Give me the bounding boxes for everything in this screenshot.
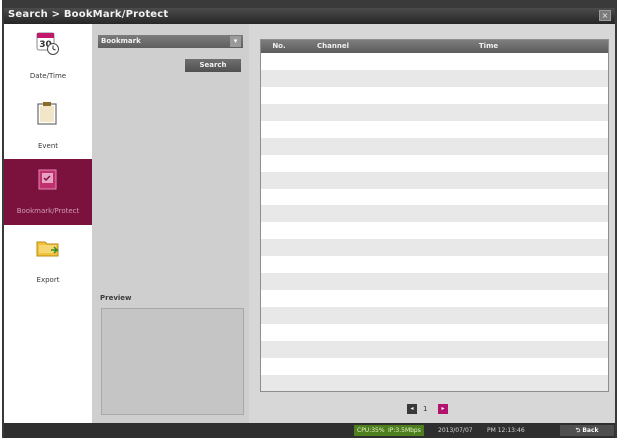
column-header-time: Time [478, 42, 499, 50]
type-select[interactable]: Bookmark ▾ [98, 35, 243, 48]
close-button[interactable]: × [599, 10, 611, 21]
folder-export-icon [36, 234, 60, 260]
results-table: No. Channel Time [260, 39, 609, 392]
nav-label: Date/Time [29, 72, 67, 80]
table-row[interactable] [261, 171, 608, 189]
network-indicator: IP:3.5Mbps [385, 425, 424, 436]
main-area: 30 Date/Time Event Bookmark/Protect Expo… [4, 24, 615, 423]
table-row[interactable] [261, 340, 608, 358]
column-header-channel: Channel [317, 42, 349, 50]
table-row[interactable] [261, 239, 608, 257]
current-page: 1 [423, 405, 428, 413]
type-select-value: Bookmark [101, 37, 141, 45]
cpu-indicator: CPU:35% [354, 425, 388, 436]
table-row[interactable] [261, 273, 608, 291]
table-row[interactable] [261, 324, 608, 341]
back-label: Back [582, 427, 599, 434]
table-row[interactable] [261, 86, 608, 104]
table-row[interactable] [261, 53, 608, 70]
chevron-left-icon: ◂ [410, 405, 414, 412]
table-row[interactable] [261, 137, 608, 155]
table-body [261, 53, 608, 391]
nav-item-export[interactable]: Export [4, 228, 92, 294]
table-row[interactable] [261, 103, 608, 121]
table-row[interactable] [261, 120, 608, 138]
calendar-clock-icon: 30 [36, 30, 60, 56]
column-header-no: No. [272, 42, 286, 50]
status-bar: CPU:35% IP:3.5Mbps 2013/07/07 PM 12:13:4… [4, 423, 615, 438]
table-row[interactable] [261, 290, 608, 308]
search-button[interactable]: Search [185, 59, 241, 72]
title-bar: Search > BookMark/Protect × [4, 8, 615, 24]
status-date: 2013/07/07 [438, 427, 473, 434]
nav-item-date-time[interactable]: 30 Date/Time [4, 24, 92, 90]
side-nav: 30 Date/Time Event Bookmark/Protect Expo… [4, 24, 92, 423]
table-header: No. Channel Time [261, 40, 608, 53]
table-row[interactable] [261, 374, 608, 391]
table-row[interactable] [261, 307, 608, 324]
chevron-right-icon: ▸ [441, 405, 445, 412]
nav-item-event[interactable]: Event [4, 94, 92, 160]
filter-panel: Bookmark ▾ Search Preview [92, 24, 249, 423]
results-panel: No. Channel Time ◂ 1 ▸ [249, 24, 615, 423]
bookmark-icon [36, 165, 60, 191]
preview-label: Preview [100, 294, 132, 302]
nav-label: Event [37, 142, 59, 150]
table-row[interactable] [261, 188, 608, 206]
prev-page-button[interactable]: ◂ [407, 404, 417, 414]
window-title: Search > BookMark/Protect [8, 9, 169, 20]
status-time: PM 12:13:46 [487, 427, 525, 434]
nav-item-bookmark-protect[interactable]: Bookmark/Protect [4, 159, 92, 225]
table-row[interactable] [261, 256, 608, 274]
back-button[interactable]: ⮌ Back [560, 425, 614, 436]
nav-label: Bookmark/Protect [16, 207, 80, 215]
chevron-down-icon: ▾ [230, 36, 241, 47]
close-icon: × [601, 11, 609, 20]
next-page-button[interactable]: ▸ [438, 404, 448, 414]
table-row[interactable] [261, 69, 608, 87]
table-row[interactable] [261, 357, 608, 375]
table-row[interactable] [261, 154, 608, 172]
table-row[interactable] [261, 222, 608, 240]
clipboard-icon [36, 100, 60, 126]
preview-pane [101, 308, 244, 415]
table-row[interactable] [261, 205, 608, 223]
nav-label: Export [36, 276, 60, 284]
